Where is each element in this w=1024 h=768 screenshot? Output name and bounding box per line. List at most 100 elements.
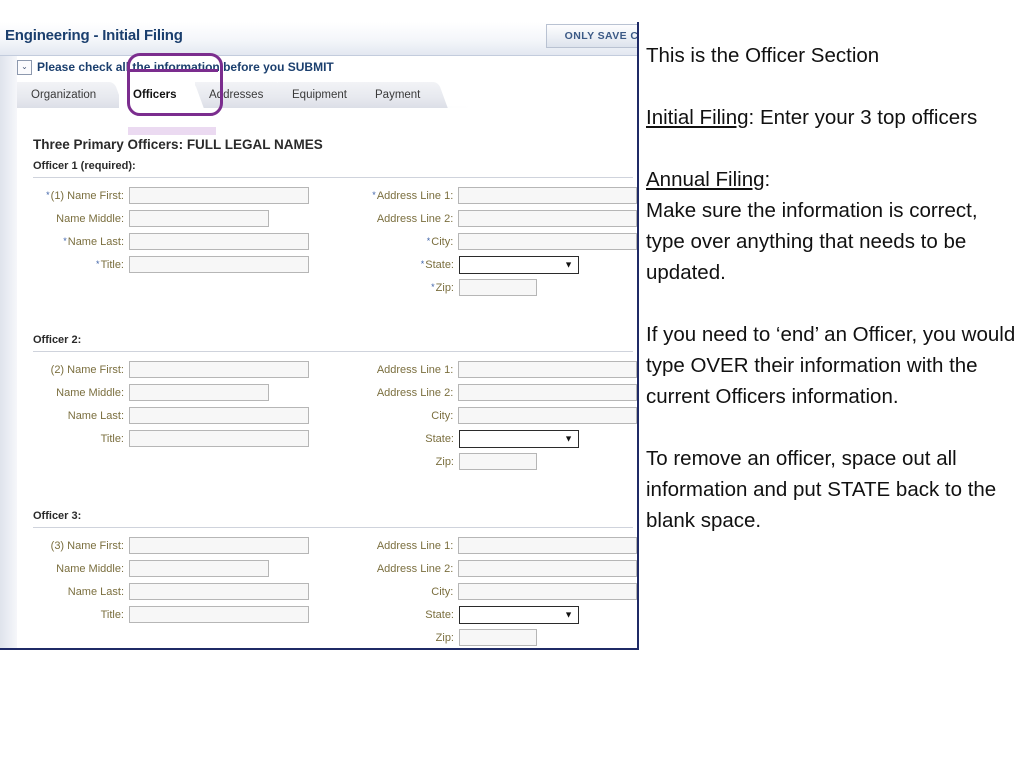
text-input[interactable] — [459, 453, 537, 470]
note-line-1: This is the Officer Section — [646, 44, 880, 67]
text-input[interactable] — [129, 606, 309, 623]
field-row: Name Middle: — [17, 381, 317, 404]
chevron-down-icon: ▼ — [564, 609, 573, 619]
text-input[interactable] — [129, 187, 309, 204]
required-asterisk-icon: * — [46, 189, 50, 200]
text-input[interactable] — [458, 583, 637, 600]
annual-filing-rest: : — [764, 168, 771, 191]
application-screenshot: Engineering - Initial Filing ONLY SAVE C… — [0, 22, 639, 650]
tab-organization[interactable]: Organization — [17, 82, 124, 108]
text-input[interactable] — [129, 407, 309, 424]
field-row: Zip: — [347, 626, 637, 648]
field-row: Name Last: — [17, 404, 317, 427]
required-asterisk-icon: * — [420, 258, 425, 269]
state-select[interactable]: ▼ — [459, 255, 579, 274]
officer-address-column: *Address Line 1: Address Line 2: *City: *St… — [347, 184, 637, 299]
text-input[interactable] — [458, 361, 637, 378]
text-input[interactable] — [129, 361, 309, 378]
field-label: (3) Name First: — [50, 539, 124, 552]
text-input[interactable] — [458, 210, 637, 227]
section-heading: Three Primary Officers: FULL LEGAL NAMES — [33, 137, 323, 152]
field-label: *State: — [420, 258, 454, 271]
officer-block-title: Officer 2: — [33, 334, 82, 346]
text-input[interactable] — [129, 583, 309, 600]
chevron-down-icon: ▼ — [564, 259, 573, 269]
tab-addresses[interactable]: Addresses — [195, 82, 292, 108]
field-label: City: — [431, 585, 454, 598]
officer-divider — [33, 351, 633, 352]
chevron-down-icon[interactable]: ⌄ — [17, 59, 32, 75]
officer-divider — [33, 177, 633, 178]
required-asterisk-icon: * — [426, 235, 431, 246]
text-input[interactable] — [459, 279, 537, 296]
text-input[interactable] — [129, 210, 269, 227]
text-input[interactable] — [458, 537, 637, 554]
tab-label: Officers — [133, 89, 177, 101]
text-input[interactable] — [458, 233, 637, 250]
field-row: *(1) Name First: — [17, 184, 317, 207]
field-row: Title: — [17, 427, 317, 450]
text-input[interactable] — [129, 560, 269, 577]
field-label: Name Middle: — [56, 562, 124, 575]
field-label: *Title: — [96, 258, 124, 271]
text-input[interactable] — [458, 560, 637, 577]
note-spacer — [646, 412, 1018, 443]
field-row: Zip: — [347, 450, 637, 473]
field-row: (3) Name First: — [17, 534, 317, 557]
text-input[interactable] — [129, 233, 309, 250]
field-label: Zip: — [435, 631, 454, 644]
field-row: Name Last: — [17, 580, 317, 603]
text-input[interactable] — [458, 407, 637, 424]
field-label: Title: — [100, 432, 124, 445]
field-row: Address Line 2: — [347, 557, 637, 580]
field-row: Address Line 1: — [347, 534, 637, 557]
text-input[interactable] — [129, 537, 309, 554]
field-label: (2) Name First: — [50, 363, 124, 376]
field-label: *Zip: — [431, 281, 454, 294]
annotation-purple-wash — [128, 127, 216, 135]
initial-filing-rest: : Enter your 3 top officers — [748, 106, 978, 129]
officer-block-title: Officer 3: — [33, 510, 82, 522]
text-input[interactable] — [459, 629, 537, 646]
officer-block-title: Officer 1 (required): — [33, 160, 136, 172]
field-row: Title: — [17, 603, 317, 626]
state-select[interactable]: ▼ — [459, 429, 579, 448]
text-input[interactable] — [129, 256, 309, 273]
annual-filing-label: Annual Filing — [646, 168, 765, 191]
tab-officers[interactable]: Officers — [119, 82, 205, 108]
tab-label: Addresses — [209, 89, 264, 101]
text-input[interactable] — [129, 384, 269, 401]
notice-row: ⌄ Please check all the information befor… — [0, 56, 637, 78]
field-label: Zip: — [435, 455, 454, 468]
only-save-button[interactable]: ONLY SAVE C — [546, 24, 637, 48]
note-paragraph-3: If you need to ‘end’ an Officer, you wou… — [646, 323, 1016, 408]
tab-label: Equipment — [292, 89, 347, 101]
required-asterisk-icon: * — [431, 281, 435, 292]
state-select[interactable]: ▼ — [459, 605, 579, 624]
required-asterisk-icon: * — [372, 189, 376, 200]
text-input[interactable] — [458, 187, 637, 204]
page-title: Engineering - Initial Filing — [5, 27, 183, 44]
field-row: State: ▼ — [347, 427, 637, 450]
officer-divider — [33, 527, 633, 528]
tab-skew-edge — [422, 82, 449, 108]
field-label: Address Line 1: — [376, 539, 454, 552]
text-input[interactable] — [129, 430, 309, 447]
tab-equipment[interactable]: Equipment — [278, 82, 375, 108]
field-row: City: — [347, 580, 637, 603]
note-initial-filing: Initial Filing: Enter your 3 top officer… — [646, 102, 1018, 133]
note-annual-filing-heading: Annual Filing: — [646, 164, 1018, 195]
officer-name-column: (3) Name First: Name Middle: Name Last: Tit… — [17, 534, 317, 626]
field-row: *Name Last: — [17, 230, 317, 253]
field-row: *Address Line 1: — [347, 184, 637, 207]
field-label: City: — [431, 409, 454, 422]
tab-payment[interactable]: Payment — [361, 82, 449, 108]
required-asterisk-icon: * — [63, 235, 67, 246]
field-label: State: — [425, 608, 454, 621]
field-label: Name Last: — [67, 409, 124, 422]
text-input[interactable] — [458, 384, 637, 401]
annotation-strike-line — [128, 69, 218, 72]
field-row: Name Middle: — [17, 207, 317, 230]
note-spacer — [646, 288, 1018, 319]
field-row: *City: — [347, 230, 637, 253]
